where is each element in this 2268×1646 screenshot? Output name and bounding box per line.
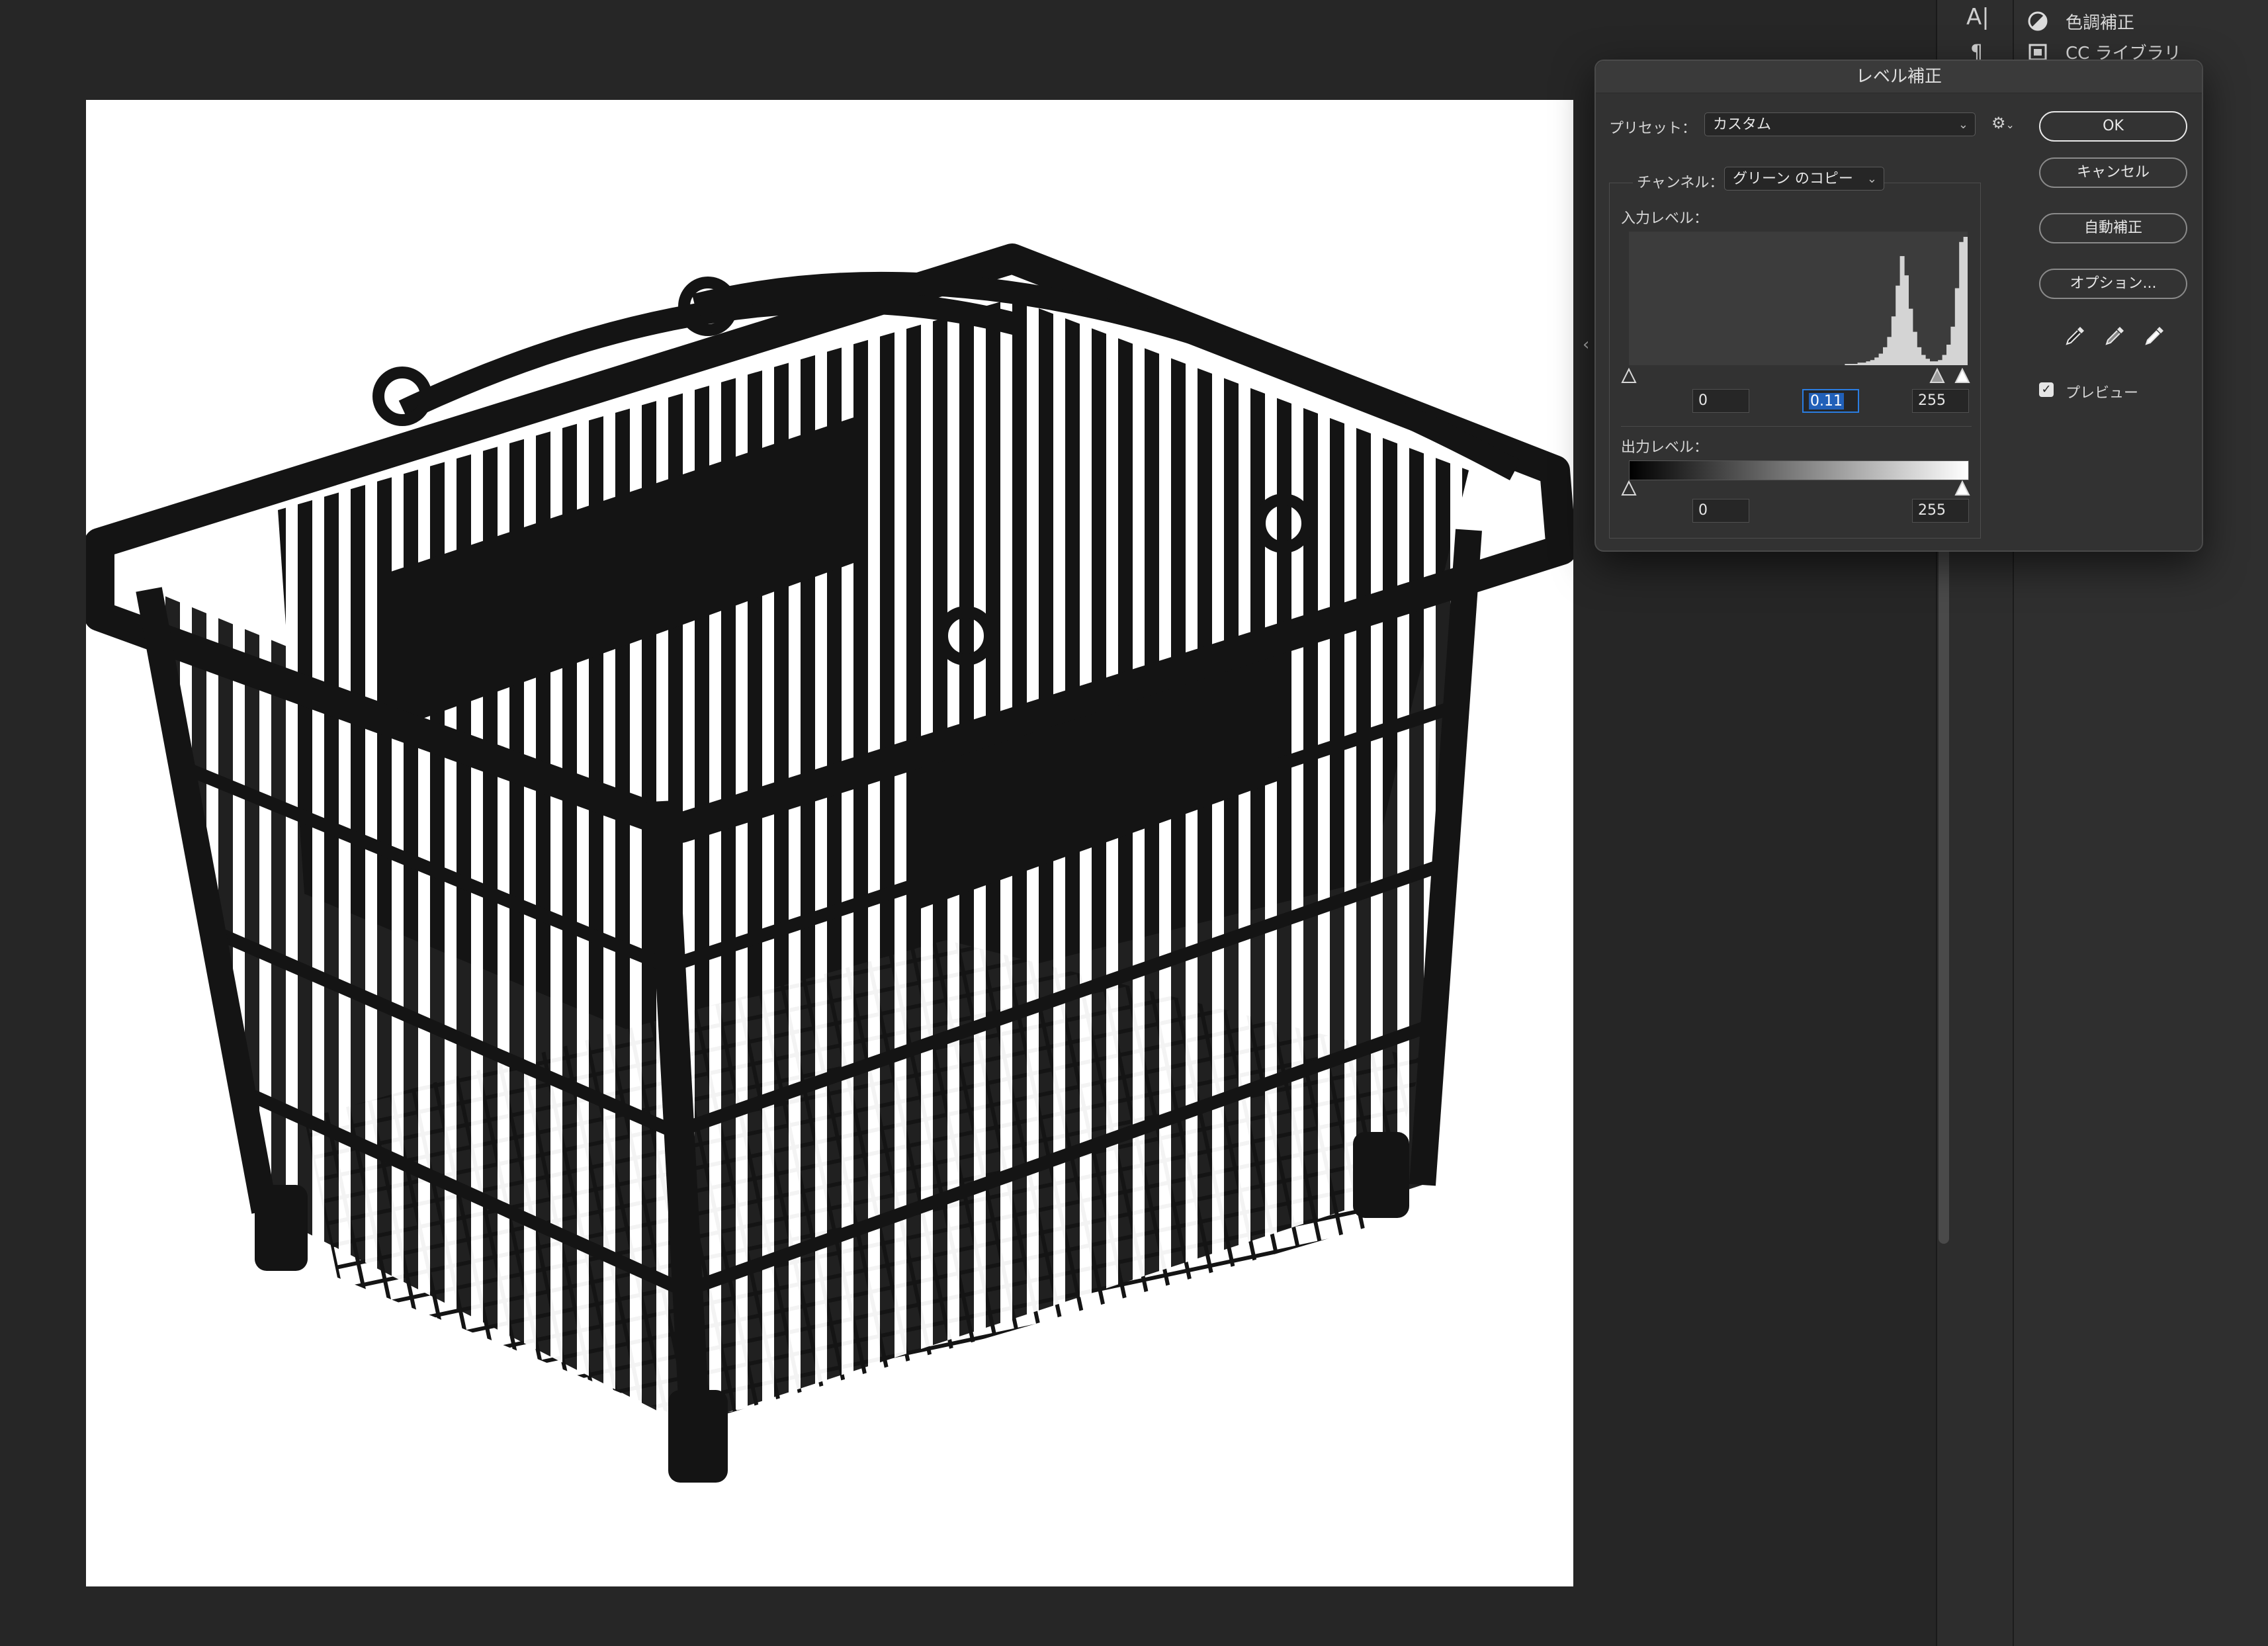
histogram-bar (1853, 364, 1858, 365)
histogram-bar (1933, 361, 1939, 365)
input-white-slider-handle (1954, 367, 1970, 383)
histogram-bar (1870, 360, 1875, 365)
histogram-bar (1878, 353, 1884, 365)
input-white-field[interactable]: 255 (1912, 389, 1969, 413)
chevron-down-icon: ⌄ (1958, 118, 1968, 132)
histogram-bar (1946, 344, 1951, 365)
output-black-slider-handle (1621, 480, 1637, 496)
histogram-bar (1954, 288, 1960, 365)
preview-label: プレビュー (2066, 385, 2139, 402)
output-white-slider-handle (1954, 480, 1970, 496)
options-button[interactable]: オプション... (2039, 269, 2187, 299)
histogram-bar (1896, 285, 1901, 365)
histogram-bar (1959, 241, 1964, 365)
character-icon[interactable]: A| (1966, 4, 1989, 30)
histogram-bar (1929, 361, 1935, 365)
histogram-bar (1925, 359, 1930, 365)
histogram-bar (1917, 347, 1922, 365)
histogram-bar (1857, 363, 1862, 365)
histogram-bar (1912, 331, 1917, 365)
histogram-bar (1874, 357, 1880, 365)
levels-dialog: レベル補正 プリセット： カスタム ⌄ ⚙⌄ チャンネル： グリーン のコピー … (1594, 60, 2203, 552)
histogram-bar (1942, 355, 1947, 365)
chevron-down-icon: ⌄ (1866, 172, 1877, 186)
histogram-bar (1849, 364, 1854, 365)
white-eyedropper-icon[interactable] (2142, 324, 2166, 348)
histogram-bar (1891, 316, 1896, 365)
ok-button[interactable]: OK (2039, 111, 2187, 142)
panel-item-adjustments[interactable]: 色調補正 (2027, 1, 2134, 41)
preview-checkbox[interactable]: ✓ (2039, 382, 2054, 397)
output-levels-label: 出力レベル： (1621, 439, 1709, 456)
input-gamma-slider-handle (1929, 367, 1945, 383)
histogram-bar (1938, 360, 1943, 365)
cancel-button[interactable]: キャンセル (2039, 157, 2187, 188)
collapse-arrow-icon[interactable]: ‹ (1583, 335, 1589, 355)
divider (1621, 426, 1972, 427)
input-slider-track[interactable] (1621, 367, 1978, 385)
histogram-bar (1845, 364, 1850, 365)
input-black-field[interactable]: 0 (1692, 389, 1749, 413)
histogram-bar (1963, 237, 1968, 365)
input-gamma-field[interactable]: 0.11 (1802, 389, 1859, 413)
histogram-bar (1908, 308, 1913, 365)
input-gamma-value: 0.11 (1809, 393, 1844, 410)
histogram-bar (1862, 363, 1866, 365)
output-white-field[interactable]: 255 (1912, 499, 1969, 523)
preset-value: カスタム (1713, 116, 1772, 133)
panel-item-label: 色調補正 (2066, 13, 2135, 33)
input-levels-label: 入力レベル： (1621, 210, 1709, 227)
shopping-basket-image (86, 243, 1573, 1483)
auto-button[interactable]: 自動補正 (2039, 213, 2187, 243)
histogram (1629, 232, 1968, 365)
dialog-title[interactable]: レベル補正 (1596, 61, 2202, 93)
preset-select[interactable]: カスタム ⌄ (1704, 112, 1976, 136)
input-black-slider-handle (1621, 367, 1637, 383)
preset-label: プリセット： (1609, 120, 1697, 137)
black-eyedropper-icon[interactable] (2063, 324, 2087, 348)
gray-eyedropper-icon[interactable] (2103, 324, 2126, 348)
histogram-bar (1899, 256, 1905, 365)
histogram-bar (1904, 275, 1909, 365)
document-canvas[interactable] (86, 100, 1573, 1586)
channel-label: チャンネル： (1633, 171, 1728, 192)
histogram-bar (1921, 355, 1926, 365)
channel-select[interactable]: グリーン のコピー ⌄ (1724, 167, 1884, 191)
histogram-bar (1866, 361, 1871, 365)
histogram-bar (1887, 337, 1892, 365)
output-slider-track[interactable] (1621, 479, 1978, 498)
channel-value: グリーン のコピー (1733, 171, 1853, 187)
preset-gear-icon[interactable]: ⚙⌄ (1991, 114, 2015, 132)
histogram-bar (1883, 347, 1888, 365)
output-gradient-bar (1629, 460, 1969, 480)
histogram-bar (1950, 326, 1956, 365)
output-black-field[interactable]: 0 (1692, 499, 1749, 523)
adjustment-circle-icon (2028, 11, 2048, 31)
